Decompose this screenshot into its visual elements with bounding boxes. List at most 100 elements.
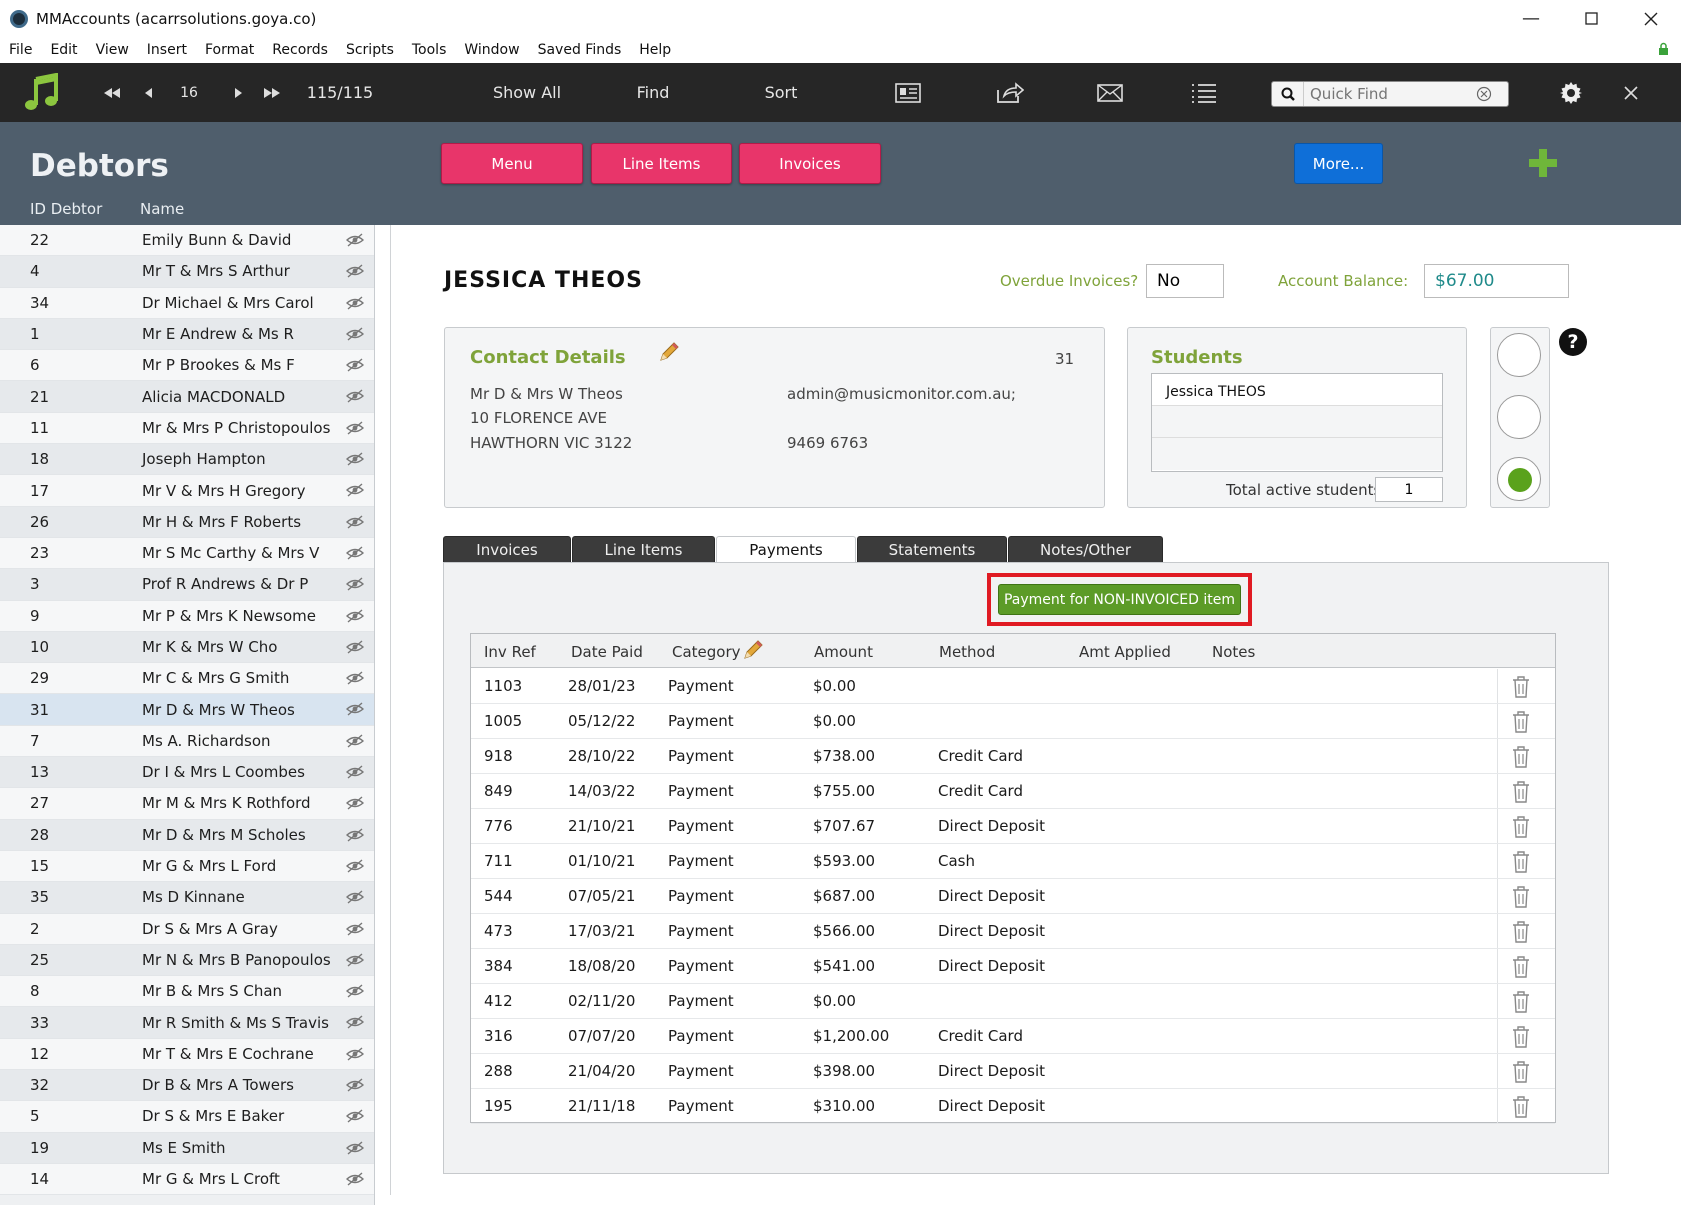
menu-scripts[interactable]: Scripts (337, 42, 403, 58)
column-notes[interactable]: Notes (1212, 643, 1255, 661)
debtor-row[interactable]: 12 Mr T & Mrs E Cochrane (0, 1038, 374, 1071)
hide-eye-icon[interactable] (346, 1141, 364, 1155)
previous-record-icon[interactable] (138, 63, 158, 122)
debtor-row[interactable]: 8 Mr B & Mrs S Chan (0, 976, 374, 1008)
hide-eye-icon[interactable] (346, 1172, 364, 1186)
search-icon[interactable] (1272, 82, 1304, 106)
account-balance-field[interactable]: $67.00 (1424, 264, 1569, 298)
contact-card-icon[interactable] (892, 63, 924, 122)
debtor-row[interactable]: 28 Mr D & Mrs M Scholes (0, 819, 374, 851)
hide-eye-icon[interactable] (346, 859, 364, 873)
payment-row[interactable]: 849 14/03/22 Payment $755.00 Credit Card (471, 774, 1555, 809)
line-items-button[interactable]: Line Items (591, 143, 732, 184)
debtor-row[interactable]: 15 Mr G & Mrs L Ford (0, 850, 374, 883)
last-record-icon[interactable] (258, 63, 286, 122)
debtor-row[interactable]: 23 Mr S Mc Carthy & Mrs V (0, 537, 374, 570)
debtor-row[interactable]: 11 Mr & Mrs P Christopoulos (0, 412, 374, 445)
hide-eye-icon[interactable] (346, 515, 364, 529)
hide-eye-icon[interactable] (346, 702, 364, 716)
close-window-icon[interactable] (1621, 0, 1681, 37)
close-layout-icon[interactable] (1618, 63, 1644, 122)
debtor-row[interactable]: 10 Mr K & Mrs W Cho (0, 631, 374, 664)
maximize-icon[interactable] (1561, 0, 1621, 37)
student-row[interactable] (1152, 406, 1442, 438)
add-record-icon[interactable] (1528, 148, 1558, 178)
debtor-row[interactable]: 33 Mr R Smith & Ms S Travis (0, 1007, 374, 1039)
menu-edit[interactable]: Edit (41, 42, 86, 58)
debtor-row[interactable]: 9 Mr P & Mrs K Newsome (0, 600, 374, 632)
debtor-row[interactable]: 32 Dr B & Mrs A Towers (0, 1070, 374, 1102)
menu-file[interactable]: File (0, 42, 41, 58)
debtor-row[interactable]: 26 Mr H & Mrs F Roberts (0, 506, 374, 538)
debtor-row[interactable]: 1 Mr E Andrew & Ms R (0, 318, 374, 351)
delete-trash-icon[interactable] (1511, 815, 1531, 839)
edit-pencil-icon[interactable] (657, 340, 679, 364)
payment-row[interactable]: 711 01/10/21 Payment $593.00 Cash (471, 844, 1555, 879)
debtor-row[interactable]: 35 Ms D Kinnane (0, 882, 374, 914)
menu-button[interactable]: Menu (441, 143, 583, 184)
help-icon[interactable]: ? (1558, 327, 1588, 357)
payment-row[interactable]: 316 07/07/20 Payment $1,200.00 Credit Card (471, 1019, 1555, 1054)
delete-trash-icon[interactable] (1511, 1025, 1531, 1049)
sort-button[interactable]: Sort (760, 63, 802, 122)
delete-trash-icon[interactable] (1511, 675, 1531, 699)
hide-eye-icon[interactable] (346, 327, 364, 341)
menu-format[interactable]: Format (196, 42, 263, 58)
quick-find-input[interactable] (1304, 85, 1474, 103)
delete-trash-icon[interactable] (1511, 745, 1531, 769)
find-button[interactable]: Find (628, 63, 678, 122)
delete-trash-icon[interactable] (1511, 990, 1531, 1014)
payment-row[interactable]: 384 18/08/20 Payment $541.00 Direct Deposit (471, 949, 1555, 984)
record-number[interactable]: 16 (172, 63, 206, 122)
debtor-row[interactable]: 21 Alicia MACDONALD (0, 381, 374, 413)
delete-trash-icon[interactable] (1511, 920, 1531, 944)
payment-row[interactable]: 473 17/03/21 Payment $566.00 Direct Deposit (471, 914, 1555, 949)
hide-eye-icon[interactable] (346, 233, 364, 247)
hide-eye-icon[interactable] (346, 984, 364, 998)
overdue-field[interactable]: No (1146, 264, 1224, 298)
debtor-row[interactable]: 3 Prof R Andrews & Dr P (0, 569, 374, 601)
minimize-icon[interactable]: — (1501, 0, 1561, 37)
payment-row[interactable]: 195 21/11/18 Payment $310.00 Direct Deposit (471, 1089, 1555, 1124)
column-category[interactable]: Category (672, 643, 741, 661)
next-record-icon[interactable] (228, 63, 248, 122)
debtor-row[interactable]: 29 Mr C & Mrs G Smith (0, 663, 374, 695)
debtor-row[interactable]: 2 Dr S & Mrs A Gray (0, 913, 374, 945)
debtor-row[interactable]: 17 Mr V & Mrs H Gregory (0, 475, 374, 507)
hide-eye-icon[interactable] (346, 921, 364, 936)
debtor-row[interactable]: 31 Mr D & Mrs W Theos (0, 694, 374, 726)
tab-notes-other[interactable]: Notes/Other (1008, 536, 1163, 562)
hide-eye-icon[interactable] (346, 671, 364, 685)
payment-row[interactable]: 288 21/04/20 Payment $398.00 Direct Deposit (471, 1054, 1555, 1089)
email-icon[interactable] (1094, 63, 1126, 122)
column-amount[interactable]: Amount (814, 643, 873, 661)
student-row[interactable] (1152, 438, 1442, 470)
hide-eye-icon[interactable] (346, 452, 364, 466)
hide-eye-icon[interactable] (346, 890, 364, 904)
hide-eye-icon[interactable] (346, 953, 364, 967)
column-method[interactable]: Method (939, 643, 995, 661)
debtor-row[interactable]: 34 Dr Michael & Mrs Carol (0, 287, 374, 319)
payment-row[interactable]: 918 28/10/22 Payment $738.00 Credit Card (471, 739, 1555, 774)
menu-records[interactable]: Records (263, 42, 337, 58)
debtor-row[interactable]: 6 Mr P Brookes & Ms F (0, 350, 374, 382)
hide-eye-icon[interactable] (346, 765, 364, 779)
tab-invoices[interactable]: Invoices (443, 536, 571, 562)
hide-eye-icon[interactable] (346, 546, 364, 560)
debtor-row[interactable]: 7 Ms A. Richardson (0, 725, 374, 758)
menu-view[interactable]: View (87, 42, 138, 58)
share-icon[interactable] (993, 63, 1027, 122)
hide-eye-icon[interactable] (346, 421, 364, 435)
student-row[interactable]: Jessica THEOS (1152, 374, 1442, 406)
column-date-paid[interactable]: Date Paid (571, 643, 643, 661)
debtor-row[interactable]: 13 Dr I & Mrs L Coombes (0, 757, 374, 789)
hide-eye-icon[interactable] (346, 734, 364, 748)
payment-row[interactable]: 412 02/11/20 Payment $0.00 (471, 984, 1555, 1019)
delete-trash-icon[interactable] (1511, 710, 1531, 734)
list-view-icon[interactable] (1188, 63, 1220, 122)
hide-eye-icon[interactable] (346, 1078, 364, 1092)
edit-category-pencil-icon[interactable] (741, 638, 763, 662)
first-record-icon[interactable] (98, 63, 126, 122)
delete-trash-icon[interactable] (1511, 955, 1531, 979)
hide-eye-icon[interactable] (346, 389, 364, 404)
